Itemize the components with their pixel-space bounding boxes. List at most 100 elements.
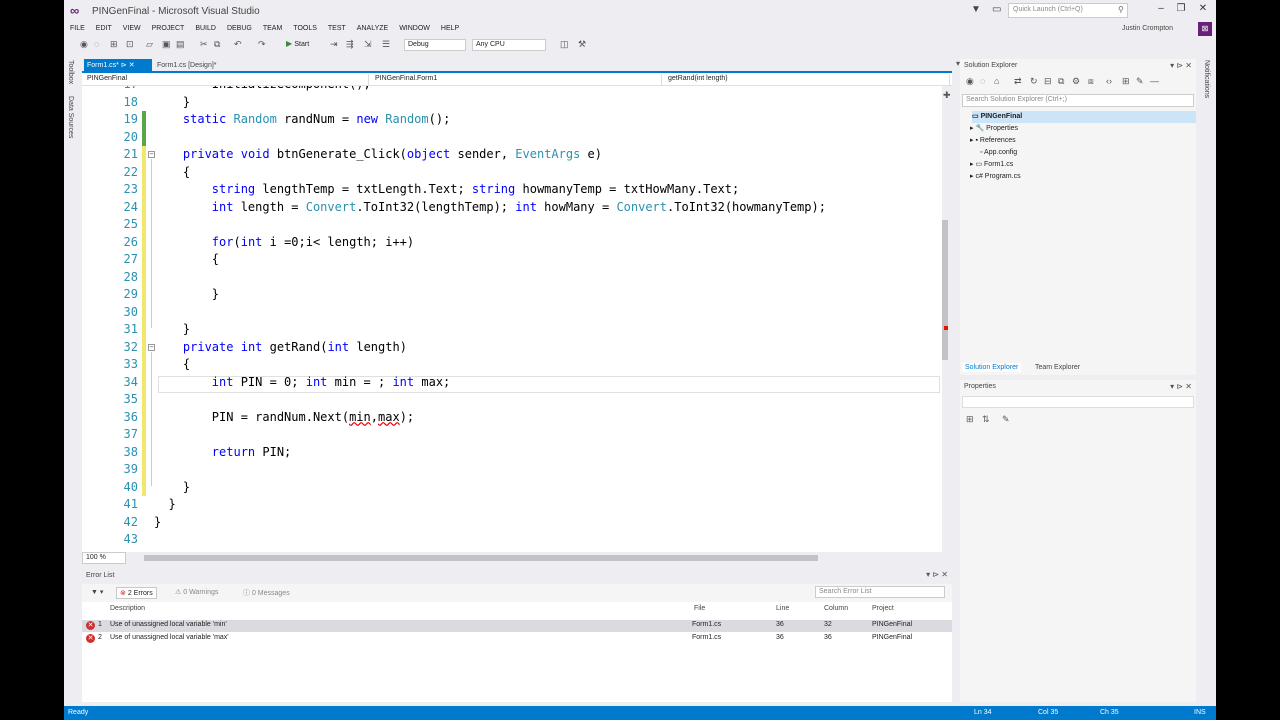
user-name[interactable]: Justin Crompton [1122, 25, 1173, 32]
tree-item-program-cs[interactable]: ▸ c# Program.cs [970, 171, 1021, 183]
member-dropdown[interactable]: getRand(int length) [665, 74, 950, 85]
new-project-icon[interactable]: ⊞ [110, 39, 118, 50]
tab-form1-design[interactable]: Form1.cs [Design]* [154, 59, 224, 71]
solution-explorer-search[interactable]: Search Solution Explorer (Ctrl+;) [962, 94, 1194, 107]
tree-root-project[interactable]: ▭ PINGenFinal [972, 111, 1196, 123]
find-icon[interactable]: ◫ [560, 39, 569, 50]
restore-button[interactable]: ❐ [1172, 3, 1190, 17]
tab-solution-explorer[interactable]: Solution Explorer [962, 363, 1022, 372]
code-line[interactable]: 41 } [82, 496, 942, 514]
panel-controls[interactable]: ▾ ⊳ ✕ [926, 570, 948, 579]
properties-object-dropdown[interactable] [962, 396, 1194, 408]
back-icon[interactable]: ◉ [966, 76, 974, 87]
zoom-dropdown[interactable]: 100 % [82, 552, 126, 564]
code-line[interactable]: 22 { [82, 163, 942, 181]
step-icon[interactable]: ⇥ [330, 39, 338, 50]
close-tab-icon[interactable]: ✕ [129, 62, 135, 69]
properties-icon[interactable]: ⚙ [1072, 76, 1080, 87]
panel-controls[interactable]: ▾ ⊳ ✕ [1170, 61, 1192, 70]
feedback-icon[interactable]: ▭ [992, 4, 1001, 15]
col-line[interactable]: Line [776, 605, 789, 612]
tree-item-properties[interactable]: ▸ 🔧 Properties [970, 123, 1018, 135]
forward-icon[interactable]: ◌ [980, 76, 985, 86]
preview-icon[interactable]: ⧈ [1088, 76, 1094, 87]
add-item-icon[interactable]: ⊡ [126, 39, 134, 50]
menu-project[interactable]: PROJECT [152, 22, 185, 36]
panel-controls[interactable]: ▾ ⊳ ✕ [1170, 382, 1192, 391]
save-icon[interactable]: ▣ [162, 39, 171, 50]
open-file-icon[interactable]: ▱ [146, 39, 153, 50]
tree-item-references[interactable]: ▸ ▪ References [970, 135, 1016, 147]
code-line[interactable]: 38 return PIN; [82, 443, 942, 461]
categorized-icon[interactable]: ⊞ [966, 414, 974, 425]
save-all-icon[interactable]: ▤ [176, 39, 185, 50]
code-line[interactable]: 43 [82, 531, 942, 549]
pin-active-icon[interactable]: — [1150, 76, 1159, 86]
menu-analyze[interactable]: ANALYZE [357, 22, 388, 36]
menu-view[interactable]: VIEW [123, 22, 141, 36]
menu-tools[interactable]: TOOLS [293, 22, 317, 36]
solution-platform-dropdown[interactable]: Any CPU [472, 39, 546, 51]
show-all-files-icon[interactable]: ⧉ [1058, 76, 1064, 87]
code-line[interactable]: 25 [82, 216, 942, 234]
minimize-button[interactable]: – [1152, 3, 1170, 17]
sync-icon[interactable]: ⇄ [1014, 76, 1022, 87]
code-line[interactable]: 42} [82, 514, 942, 532]
view-code-icon[interactable]: ‹› [1106, 76, 1112, 86]
menu-team[interactable]: TEAM [263, 22, 282, 36]
menu-help[interactable]: HELP [441, 22, 459, 36]
menu-build[interactable]: BUILD [195, 22, 216, 36]
notifications-tab[interactable]: Notifications [1203, 60, 1210, 98]
quick-launch-input[interactable]: Quick Launch (Ctrl+Q) [1008, 3, 1128, 18]
undo-icon[interactable]: ↶ [234, 39, 242, 50]
code-line[interactable]: 32 private int getRand(int length) [82, 338, 942, 356]
back-icon[interactable]: ◉ [80, 39, 88, 50]
menu-debug[interactable]: DEBUG [227, 22, 252, 36]
filter-icon[interactable]: ▼ [971, 4, 981, 15]
code-line[interactable]: 40 } [82, 478, 942, 496]
code-line[interactable]: 35 [82, 391, 942, 409]
code-line[interactable]: 31 } [82, 321, 942, 339]
col-file[interactable]: File [694, 605, 705, 612]
close-button[interactable]: ✕ [1194, 3, 1212, 17]
tools-icon[interactable]: ⚒ [578, 39, 586, 50]
refresh-icon[interactable]: ↻ [1030, 76, 1038, 87]
collapse-all-icon[interactable]: ⊟ [1044, 76, 1052, 87]
comment-icon[interactable]: ☰ [382, 39, 390, 50]
code-line[interactable]: 17 InitializeComponent(); [82, 86, 942, 94]
project-dropdown[interactable]: PINGenFinal [84, 74, 369, 85]
error-row[interactable]: ✕ 2 Use of unassigned local variable 'ma… [82, 633, 952, 645]
collapse-toggle-icon[interactable]: − [148, 343, 155, 351]
feedback-badge-icon[interactable]: ⊠ [1198, 22, 1212, 36]
toolbox-tab[interactable]: Toolbox [67, 60, 74, 84]
col-column[interactable]: Column [824, 605, 848, 612]
class-dropdown[interactable]: PINGenFinal.Form1 [372, 74, 662, 85]
bookmark-icon[interactable]: ⇲ [364, 39, 372, 50]
menu-test[interactable]: TEST [328, 22, 346, 36]
breakpoint-icon[interactable]: ⇶ [346, 39, 354, 50]
cut-icon[interactable]: ✂ [200, 39, 208, 50]
editor-scroll-thumb[interactable] [942, 220, 948, 360]
tree-item-form1-cs[interactable]: ▸ ▭ Form1.cs [970, 159, 1013, 171]
collapse-toggle-icon[interactable]: − [148, 151, 155, 158]
view-designer-icon[interactable]: ⊞ [1122, 76, 1130, 87]
code-line[interactable]: 18 } [82, 94, 942, 112]
code-line[interactable]: 39 [82, 461, 942, 479]
wrench-icon[interactable]: ✎ [1136, 76, 1144, 87]
menu-edit[interactable]: EDIT [96, 22, 112, 36]
code-line[interactable]: 30 [82, 303, 942, 321]
code-line[interactable]: 24 int length = Convert.ToInt32(lengthTe… [82, 198, 942, 216]
col-description[interactable]: Description [110, 605, 145, 612]
solution-configuration-dropdown[interactable]: Debug [404, 39, 466, 51]
split-window-icon[interactable]: ✚ [943, 90, 951, 101]
pin-icon[interactable]: ⊳ [121, 62, 127, 69]
horizontal-scroll-thumb[interactable] [144, 555, 818, 561]
code-line[interactable]: 21 private void btnGenerate_Click(object… [82, 146, 942, 164]
copy-icon[interactable]: ⧉ [214, 39, 220, 50]
code-line[interactable]: 33 { [82, 356, 942, 374]
error-row[interactable]: ✕ 1 Use of unassigned local variable 'mi… [82, 620, 952, 632]
menu-file[interactable]: FILE [70, 22, 85, 36]
col-project[interactable]: Project [872, 605, 894, 612]
data-sources-tab[interactable]: Data Sources [67, 96, 74, 138]
redo-icon[interactable]: ↷ [258, 39, 266, 50]
